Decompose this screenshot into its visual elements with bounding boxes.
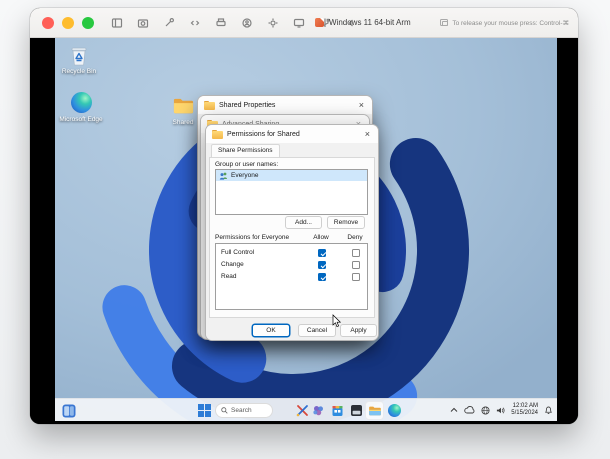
network-globe-icon[interactable] <box>481 406 490 415</box>
wrench-icon[interactable] <box>162 16 175 29</box>
recycle-bin-icon <box>68 43 91 66</box>
allow-checkbox[interactable] <box>318 273 326 281</box>
search-box[interactable]: Search <box>215 403 273 418</box>
permissions-dialog[interactable]: Permissions for Shared × Share Permissio… <box>205 124 379 341</box>
mouse-release-hint: To release your mouse press: Control-⌘ <box>440 8 569 37</box>
permission-name: Change <box>221 261 244 268</box>
privacy-icon[interactable] <box>240 16 253 29</box>
recycle-bin-label: Recycle Bin <box>62 68 96 75</box>
close-icon[interactable]: × <box>357 101 366 110</box>
vm-title-text: Windows 11 64-bit Arm <box>329 18 411 27</box>
permissions-titlebar: Permissions for Shared × <box>206 125 378 143</box>
allow-column-label: Allow <box>310 234 332 241</box>
shared-properties-titlebar: Shared Properties × <box>198 96 372 114</box>
group-list[interactable]: Everyone <box>215 169 368 215</box>
system-tray: 12:02 AM 5/15/2024 <box>450 399 553 421</box>
start-button-icon[interactable] <box>197 403 212 418</box>
vm-window: Windows 11 64-bit Arm To release your mo… <box>30 8 578 424</box>
allow-checkbox[interactable] <box>318 261 326 269</box>
crossed-brushes-icon[interactable] <box>295 403 310 418</box>
printer-icon[interactable] <box>214 16 227 29</box>
group-row-everyone[interactable]: Everyone <box>216 170 367 181</box>
deny-column-label: Deny <box>344 234 366 241</box>
windows-desktop[interactable]: Recycle Bin Microsoft Edge Shared <box>55 38 557 421</box>
vm-titlebar: Windows 11 64-bit Arm To release your mo… <box>30 8 578 38</box>
vm-file-icon <box>315 18 324 27</box>
code-arrows-icon[interactable] <box>188 16 201 29</box>
edge-taskbar-icon[interactable] <box>387 403 402 418</box>
task-view-icon[interactable] <box>349 403 364 418</box>
permissions-list[interactable]: Full Control Change Read <box>215 243 368 310</box>
tab-share-permissions[interactable]: Share Permissions <box>211 144 280 157</box>
permission-row-full-control: Full Control <box>216 247 367 259</box>
allow-checkbox[interactable] <box>318 249 326 257</box>
volume-icon[interactable] <box>496 406 505 415</box>
pinwheel-icon[interactable] <box>311 403 326 418</box>
permission-row-read: Read <box>216 271 367 283</box>
tray-chevron-up-icon[interactable] <box>450 407 458 413</box>
search-icon <box>221 407 228 414</box>
mouse-cursor <box>332 314 341 328</box>
onedrive-cloud-icon[interactable] <box>464 406 475 414</box>
snapshot-icon[interactable] <box>136 16 149 29</box>
settings-icon[interactable] <box>266 16 279 29</box>
edge-label: Microsoft Edge <box>59 116 102 123</box>
permission-row-change: Change <box>216 259 367 271</box>
remove-button[interactable]: Remove <box>327 216 365 229</box>
apply-button[interactable]: Apply <box>340 324 377 337</box>
mouse-release-hint-text: To release your mouse press: Control-⌘ <box>452 19 569 27</box>
clock-date: 5/15/2024 <box>511 410 538 418</box>
taskbar-clock[interactable]: 12:02 AM 5/15/2024 <box>511 403 538 418</box>
store-icon[interactable] <box>330 403 345 418</box>
cancel-button[interactable]: Cancel <box>298 324 336 337</box>
shared-folder-label: Shared <box>173 119 194 126</box>
group-name: Everyone <box>231 172 258 179</box>
deny-checkbox[interactable] <box>352 273 360 281</box>
edge-icon <box>70 91 93 114</box>
group-names-label: Group or user names: <box>215 161 278 168</box>
folder-icon <box>212 130 223 139</box>
recycle-bin-shortcut[interactable]: Recycle Bin <box>57 43 101 75</box>
permission-name: Full Control <box>221 249 254 256</box>
folder-icon <box>204 101 215 110</box>
deny-checkbox[interactable] <box>352 249 360 257</box>
permissions-header-label: Permissions for Everyone <box>215 234 289 241</box>
notifications-bell-icon[interactable] <box>544 405 553 415</box>
sidebar-icon[interactable] <box>110 16 123 29</box>
folder-icon <box>172 94 195 117</box>
zoom-window-button[interactable] <box>82 17 94 29</box>
vm-title: Windows 11 64-bit Arm <box>315 8 411 37</box>
close-icon[interactable]: × <box>363 130 372 139</box>
file-explorer-icon <box>368 405 382 417</box>
file-explorer-active[interactable] <box>365 401 384 420</box>
edge-shortcut[interactable]: Microsoft Edge <box>59 91 103 123</box>
users-icon <box>219 172 228 180</box>
widgets-icon[interactable] <box>61 403 76 418</box>
taskbar: Search <box>55 398 557 421</box>
ok-button[interactable]: OK <box>252 324 290 337</box>
fullscreen-hint-icon <box>440 19 448 26</box>
deny-checkbox[interactable] <box>352 261 360 269</box>
permission-name: Read <box>221 273 237 280</box>
permissions-title: Permissions for Shared <box>227 131 300 138</box>
share-permissions-page: Group or user names: Everyone Add... <box>209 157 375 318</box>
clock-time: 12:02 AM <box>511 403 538 411</box>
vm-screen: Recycle Bin Microsoft Edge Shared <box>30 38 578 424</box>
close-window-button[interactable] <box>42 17 54 29</box>
shared-properties-title: Shared Properties <box>219 102 275 109</box>
add-button[interactable]: Add... <box>285 216 322 229</box>
display-icon[interactable] <box>292 16 305 29</box>
traffic-lights <box>42 17 94 29</box>
minimize-window-button[interactable] <box>62 17 74 29</box>
search-placeholder: Search <box>231 407 252 414</box>
permissions-dialog-body: Share Permissions Group or user names: E… <box>206 143 378 340</box>
